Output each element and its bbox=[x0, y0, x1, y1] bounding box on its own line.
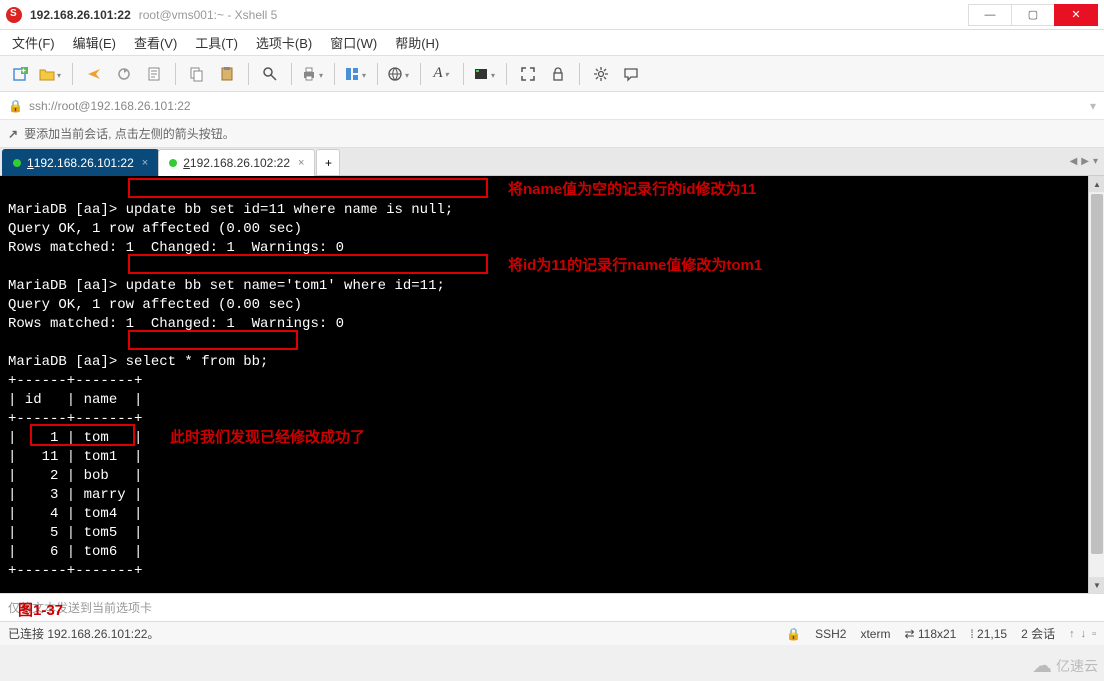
lock-button[interactable] bbox=[545, 61, 571, 87]
menu-help[interactable]: 帮助(H) bbox=[395, 33, 439, 52]
scroll-up-icon[interactable]: ▲ bbox=[1089, 176, 1104, 192]
add-session-arrow-icon[interactable]: ↗ bbox=[8, 127, 18, 141]
terminal-area[interactable]: MariaDB [aa]> update bb set id=11 where … bbox=[0, 176, 1104, 593]
lock-icon: 🔒 bbox=[8, 99, 23, 113]
close-button[interactable]: ✕ bbox=[1054, 4, 1098, 26]
paste-button[interactable] bbox=[214, 61, 240, 87]
status-square-icon: ▫ bbox=[1092, 628, 1096, 640]
scroll-thumb[interactable] bbox=[1091, 194, 1103, 554]
terminal-scrollbar[interactable]: ▲ ▼ bbox=[1088, 176, 1104, 593]
layout-button[interactable] bbox=[343, 61, 369, 87]
menu-view[interactable]: 查看(V) bbox=[134, 33, 177, 52]
menu-edit[interactable]: 编辑(E) bbox=[73, 33, 116, 52]
app-icon bbox=[6, 7, 22, 23]
toolbar: A bbox=[0, 56, 1104, 92]
status-term: xterm bbox=[860, 627, 890, 641]
session-hint: ↗ 要添加当前会话, 点击左侧的箭头按钮。 bbox=[0, 120, 1104, 148]
encoding-button[interactable] bbox=[386, 61, 412, 87]
status-connected: 已连接 192.168.26.101:22。 bbox=[8, 625, 159, 642]
tab-nav-right-icon[interactable]: ▶ bbox=[1081, 156, 1089, 167]
tab-2[interactable]: 2 192.168.26.102:22 × bbox=[158, 149, 315, 176]
session-hint-text: 要添加当前会话, 点击左侧的箭头按钮。 bbox=[24, 125, 235, 142]
caps-down-icon: ↓ bbox=[1081, 628, 1087, 640]
terminal-output: MariaDB [aa]> update bb set id=11 where … bbox=[0, 176, 1104, 587]
window-title-host: 192.168.26.101:22 bbox=[30, 8, 131, 22]
menu-tools[interactable]: 工具(T) bbox=[195, 33, 238, 52]
maximize-button[interactable]: ▢ bbox=[1011, 4, 1055, 26]
composer-input[interactable]: 仅将文本发送到当前选项卡 图1-37 bbox=[0, 593, 1104, 621]
menu-file[interactable]: 文件(F) bbox=[12, 33, 55, 52]
tab-1[interactable]: 1 192.168.26.101:22 × bbox=[2, 149, 159, 176]
print-button[interactable] bbox=[300, 61, 326, 87]
minimize-button[interactable]: — bbox=[968, 4, 1012, 26]
status-dot-icon bbox=[169, 159, 177, 167]
status-ssh: SSH2 bbox=[815, 627, 846, 641]
status-bar: 已连接 192.168.26.101:22。 🔒 SSH2 xterm ⇄ 11… bbox=[0, 621, 1104, 645]
scroll-down-icon[interactable]: ▼ bbox=[1089, 577, 1104, 593]
pos-icon: ⁞ bbox=[970, 627, 973, 641]
menu-window[interactable]: 窗口(W) bbox=[330, 33, 377, 52]
window-title-sub: root@vms001:~ - Xshell 5 bbox=[139, 8, 278, 22]
status-pos: 21,15 bbox=[977, 627, 1007, 641]
figure-label: 图1-37 bbox=[18, 599, 63, 620]
address-dropdown-icon[interactable]: ▾ bbox=[1090, 99, 1096, 113]
tab-nav-menu-icon[interactable]: ▾ bbox=[1093, 156, 1098, 167]
tab-add-button[interactable]: + bbox=[316, 149, 340, 176]
font-button[interactable]: A bbox=[429, 61, 455, 87]
chat-button[interactable] bbox=[618, 61, 644, 87]
find-button[interactable] bbox=[257, 61, 283, 87]
tab-close-icon[interactable]: × bbox=[298, 157, 304, 169]
new-session-button[interactable] bbox=[8, 61, 34, 87]
title-bar: 192.168.26.101:22 root@vms001:~ - Xshell… bbox=[0, 0, 1104, 30]
reconnect-button[interactable] bbox=[111, 61, 137, 87]
address-bar[interactable]: 🔒 ssh://root@192.168.26.101:22 ▾ bbox=[0, 92, 1104, 120]
tab-nav-left-icon[interactable]: ◀ bbox=[1070, 156, 1078, 167]
size-icon: ⇄ bbox=[904, 627, 914, 641]
menu-tab[interactable]: 选项卡(B) bbox=[256, 33, 312, 52]
copy-button[interactable] bbox=[184, 61, 210, 87]
tab-close-icon[interactable]: × bbox=[142, 157, 148, 169]
status-size: 118x21 bbox=[918, 627, 956, 641]
settings-button[interactable] bbox=[588, 61, 614, 87]
properties-button[interactable] bbox=[141, 61, 167, 87]
menu-bar: 文件(F) 编辑(E) 查看(V) 工具(T) 选项卡(B) 窗口(W) 帮助(… bbox=[0, 30, 1104, 56]
fullscreen-button[interactable] bbox=[515, 61, 541, 87]
color-scheme-button[interactable] bbox=[472, 61, 498, 87]
address-url: ssh://root@192.168.26.101:22 bbox=[29, 99, 191, 113]
watermark-text: 亿速云 bbox=[1056, 656, 1098, 676]
open-button[interactable] bbox=[38, 61, 64, 87]
tab-bar: 1 192.168.26.101:22 × 2 192.168.26.102:2… bbox=[0, 148, 1104, 176]
status-sessions: 2 会话 bbox=[1021, 625, 1055, 642]
status-dot-icon bbox=[13, 159, 21, 167]
cloud-icon: ☁ bbox=[1032, 653, 1052, 678]
watermark: ☁ 亿速云 bbox=[1032, 653, 1098, 678]
status-ssh-icon: 🔒 bbox=[786, 627, 801, 641]
caps-up-icon: ↑ bbox=[1069, 628, 1075, 640]
send-button[interactable] bbox=[81, 61, 107, 87]
